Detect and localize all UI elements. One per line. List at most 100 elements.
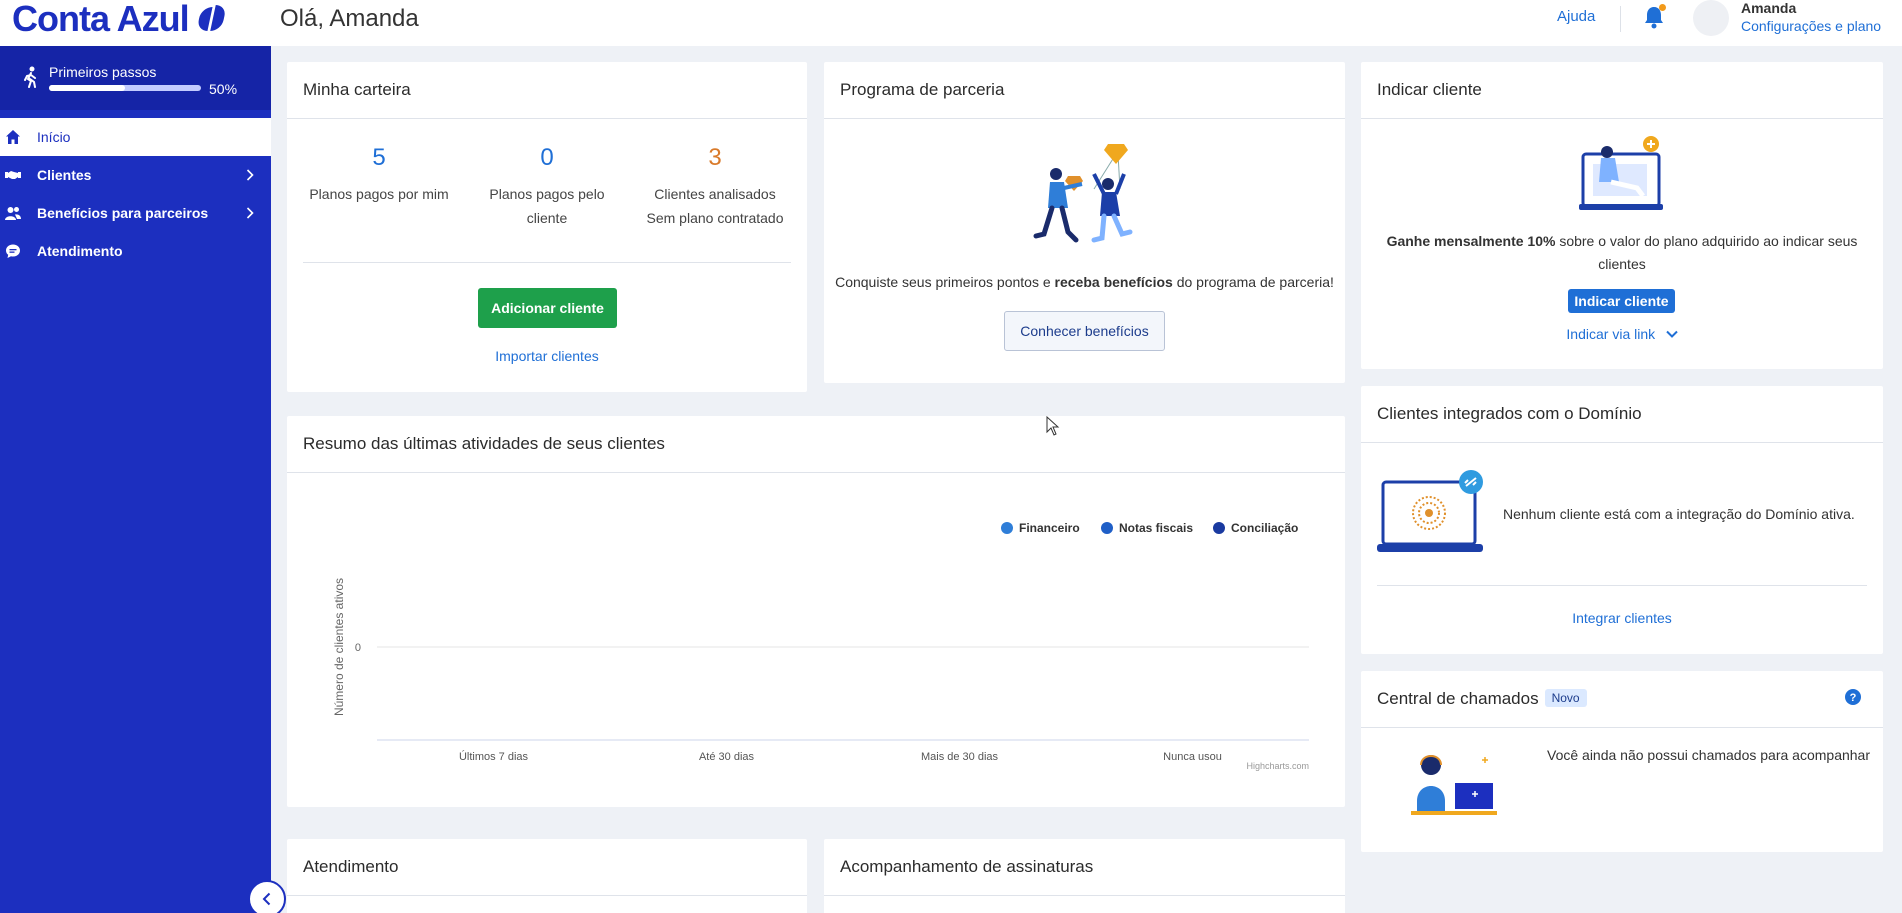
card-title-text: Central de chamados — [1377, 689, 1539, 708]
chart-y-axis-label: Número de clientes ativos — [332, 578, 346, 716]
card-title: Central de chamados Novo — [1377, 689, 1587, 709]
chevron-right-icon — [246, 207, 254, 219]
card-title: Programa de parceria — [840, 80, 1005, 99]
text: clientes — [1598, 256, 1646, 272]
brand-logo[interactable]: Conta Azul — [12, 0, 225, 39]
brand-mark-icon — [199, 5, 225, 33]
dominio-laptop-illustration — [1377, 470, 1483, 552]
first-steps-progress-fill — [49, 85, 125, 91]
greeting: Olá, Amanda — [280, 5, 419, 32]
refer-client-button[interactable]: Indicar cliente — [1568, 289, 1675, 313]
sidebar-item-clientes[interactable]: Clientes — [0, 156, 271, 194]
stat-label: Clientes analisados — [654, 186, 776, 202]
card-title: Clientes integrados com o Domínio — [1377, 404, 1642, 423]
stat-label: Planos pagos por mim — [309, 186, 449, 202]
divider — [287, 118, 807, 119]
stat-value: 3 — [708, 144, 722, 171]
support-agent-illustration — [1411, 755, 1497, 815]
avatar[interactable] — [1693, 0, 1729, 36]
text: do programa de parceria! — [1172, 274, 1334, 290]
walking-icon — [24, 66, 36, 88]
divider — [287, 895, 807, 896]
chart-legend: Financeiro Notas fiscais Conciliação — [1001, 521, 1298, 535]
activity-chart: Financeiro Notas fiscais Conciliação Númer… — [332, 521, 1309, 771]
svg-text:?: ? — [1850, 692, 1857, 704]
notification-dot — [1659, 4, 1666, 11]
divider — [1377, 585, 1867, 586]
settings-plan-link[interactable]: Configurações e plano — [1741, 18, 1881, 34]
integrate-clients-link[interactable]: Integrar clientes — [1361, 610, 1883, 626]
x-tick-label: Até 30 dias — [699, 751, 755, 763]
chevron-right-icon — [246, 169, 254, 181]
text: sobre o valor do plano adquirido ao indi… — [1555, 233, 1858, 249]
refer-text: Ganhe mensalmente 10% sobre o valor do p… — [1361, 230, 1883, 276]
learn-benefits-button[interactable]: Conhecer benefícios — [1004, 311, 1165, 351]
help-link[interactable]: Ajuda — [1557, 8, 1595, 25]
first-steps-title: Primeiros passos — [49, 64, 157, 80]
chat-icon — [6, 244, 20, 258]
brand-name: Conta Azul — [12, 0, 190, 39]
card-title: Minha carteira — [303, 80, 411, 99]
refer-client-card: Indicar cliente Ganhe mensalmente 10% so… — [1361, 62, 1883, 369]
legend-marker — [1213, 522, 1225, 534]
new-badge: Novo — [1544, 689, 1587, 707]
first-steps-panel[interactable]: Primeiros passos 50% — [0, 46, 271, 110]
sidebar-item-label: Clientes — [37, 167, 92, 183]
dominio-card: Clientes integrados com o Domínio Nenhum… — [1361, 386, 1883, 654]
x-tick-label: Mais de 30 dias — [921, 751, 999, 763]
text-bold: Ganhe mensalmente 10% — [1386, 233, 1556, 249]
refer-link-row[interactable]: Indicar via link — [1361, 326, 1883, 344]
x-tick-label: Últimos 7 dias — [459, 750, 529, 763]
refer-illustration — [1579, 136, 1663, 210]
sidebar-item-atendimento[interactable]: Atendimento — [0, 232, 271, 270]
tickets-empty-text: Você ainda não possui chamados para acom… — [1547, 747, 1870, 763]
support-card: Atendimento — [287, 839, 807, 913]
import-clients-link[interactable]: Importar clientes — [287, 348, 807, 364]
chevron-left-icon — [262, 892, 271, 906]
add-client-button[interactable]: Adicionar cliente — [478, 288, 617, 328]
divider — [303, 262, 791, 263]
sidebar-item-inicio[interactable]: Início — [0, 118, 271, 156]
stat-value: 0 — [540, 144, 554, 171]
home-icon — [6, 130, 20, 144]
dominio-text: Nenhum cliente está com a integração do … — [1503, 506, 1855, 522]
sidebar-item-label: Benefícios para parceiros — [37, 205, 209, 221]
user-name[interactable]: Amanda — [1741, 0, 1796, 16]
top-header: Conta Azul Olá, Amanda Ajuda Amanda Conf… — [0, 0, 1902, 46]
card-title: Acompanhamento de assinaturas — [840, 857, 1094, 876]
legend-marker — [1001, 522, 1013, 534]
divider — [1361, 118, 1883, 119]
refer-via-link[interactable]: Indicar via link — [1566, 326, 1655, 342]
legend-label: Notas fiscais — [1119, 521, 1193, 535]
legend-label: Conciliação — [1231, 521, 1298, 535]
divider — [824, 118, 1345, 119]
collapse-sidebar-button[interactable] — [248, 880, 286, 913]
partnership-illustration — [1033, 144, 1133, 243]
subscriptions-card: Acompanhamento de assinaturas — [824, 839, 1345, 913]
help-icon[interactable]: ? — [1845, 689, 1861, 705]
sidebar-item-label: Início — [37, 129, 71, 145]
stat-value: 5 — [372, 144, 386, 171]
card-title: Atendimento — [303, 857, 399, 876]
stat-label: Sem plano contratado — [646, 210, 784, 226]
header-divider — [1620, 6, 1621, 32]
chevron-down-icon — [1665, 330, 1678, 338]
first-steps-progress-bar — [49, 85, 201, 91]
activity-summary-card: Resumo das últimas atividades de seus cl… — [287, 416, 1345, 807]
sidebar-nav: Início Clientes Benefícios para parceiro… — [0, 118, 271, 270]
sidebar-item-beneficios[interactable]: Benefícios para parceiros — [0, 194, 271, 232]
first-steps-percent: 50% — [209, 81, 238, 97]
sidebar-item-label: Atendimento — [37, 243, 123, 259]
chart-credit: Highcharts.com — [1246, 761, 1309, 771]
divider — [1361, 442, 1883, 443]
chart-y-ticks: 0 — [355, 642, 361, 654]
stat-label: Planos pagos pelo — [489, 186, 605, 202]
stat-label: cliente — [526, 210, 568, 226]
card-title: Indicar cliente — [1377, 80, 1482, 99]
text-bold: receba benefícios — [1054, 274, 1173, 290]
chart-x-ticks: Últimos 7 dias Até 30 dias Mais de 30 dias… — [459, 750, 1222, 763]
wallet-card: Minha carteira 5 Planos pagos por mim 0 … — [287, 62, 807, 392]
legend-label: Financeiro — [1019, 521, 1080, 535]
legend-marker — [1101, 522, 1113, 534]
y-tick-label: 0 — [355, 642, 361, 654]
